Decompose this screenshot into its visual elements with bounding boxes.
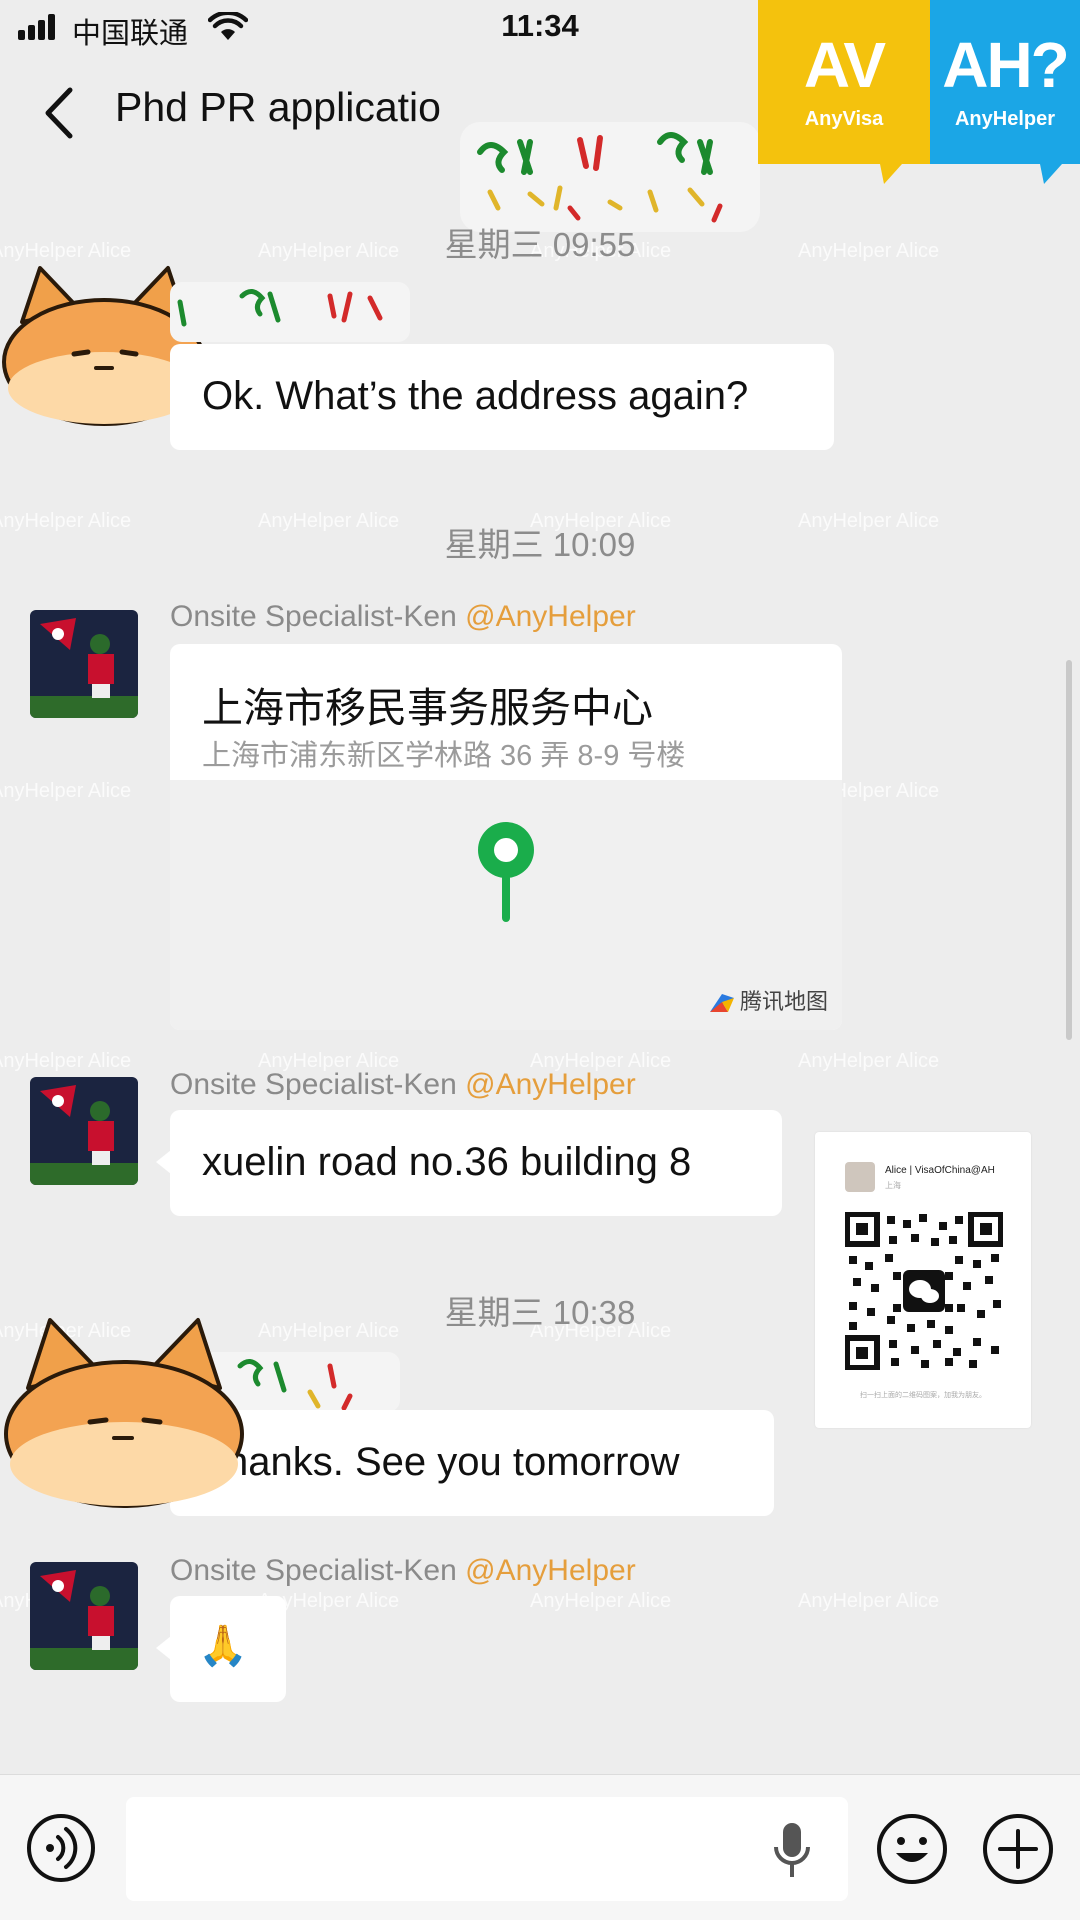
festive-sticker <box>170 282 410 342</box>
avatar-image <box>30 1077 138 1185</box>
time-divider: 星期三 10:09 <box>444 526 636 563</box>
time-divider: 星期三 09:55 <box>444 226 636 263</box>
qr-avatar <box>845 1162 875 1192</box>
avatar[interactable] <box>30 610 138 718</box>
sender-name: Onsite Specialist-Ken @AnyHelper <box>170 1554 636 1588</box>
carrier-name: 中国联通 <box>72 18 189 50</box>
location-map[interactable]: 腾讯地图 <box>170 780 842 1030</box>
location-address: 上海市浦东新区学林路 36 弄 8-9 号楼 <box>202 740 686 772</box>
clock: 11:34 <box>501 8 579 43</box>
input-bar <box>0 1774 1080 1920</box>
anyvisa-logo: AV AnyVisa <box>758 0 930 184</box>
sender-name: Onsite Specialist-Ken @AnyHelper <box>170 600 636 634</box>
sender-org: @AnyHelper <box>465 1554 636 1587</box>
scrollbar[interactable] <box>1066 660 1072 1040</box>
message-bubble[interactable]: 🙏 <box>156 1596 286 1702</box>
message-bubble[interactable]: Ok. What’s the address again? <box>170 344 834 450</box>
message-input[interactable] <box>126 1797 848 1901</box>
message-text: Ok. What’s the address again? <box>202 374 749 418</box>
sender-name-text: Onsite Specialist-Ken <box>170 600 457 633</box>
message-bubble[interactable]: hanks. See you tomorrow <box>170 1410 774 1516</box>
qr-card-sub: 上海 <box>885 1181 901 1190</box>
back-button[interactable] <box>30 78 90 148</box>
map-brand-text: 腾讯地图 <box>739 989 828 1014</box>
qr-code-card: Alice | VisaOfChina@AH 上海 扫一扫上面的二维码图案，加我… <box>815 1132 1031 1428</box>
qr-card-name: Alice | VisaOfChina@AH <box>885 1165 995 1176</box>
voice-toggle-button[interactable] <box>26 1813 96 1883</box>
wifi-icon <box>208 12 248 40</box>
anyvisa-logo-name: AnyVisa <box>804 108 884 130</box>
sender-name: Onsite Specialist-Ken @AnyHelper <box>170 1068 636 1102</box>
emoji-button[interactable] <box>876 1813 948 1885</box>
sender-org: @AnyHelper <box>465 1068 636 1101</box>
cat-avatar[interactable] <box>0 1312 250 1512</box>
plus-button[interactable] <box>982 1813 1054 1885</box>
watermark: AnyHelper Alice <box>798 1590 940 1612</box>
signal-icon <box>18 14 58 40</box>
location-title: 上海市移民事务服务中心 <box>202 685 653 731</box>
qr-card-footer: 扫一扫上面的二维码图案，加我为朋友。 <box>860 1392 986 1399</box>
message-text: xuelin road no.36 building 8 <box>202 1140 692 1184</box>
pray-emoji: 🙏 <box>198 1624 248 1668</box>
chat-title[interactable]: Phd PR applicatio <box>115 84 475 131</box>
map-brand: 腾讯地图 <box>708 984 828 1016</box>
watermark: AnyHelper Alice <box>798 1050 940 1072</box>
sender-name-text: Onsite Specialist-Ken <box>170 1068 457 1101</box>
anyhelper-logo: AH? AnyHelper <box>930 0 1080 184</box>
sender-name-text: Onsite Specialist-Ken <box>170 1554 457 1587</box>
festive-sticker <box>460 122 760 232</box>
chat-screen: AnyHelper Alice AnyHelper Alice AnyHelpe… <box>0 0 1080 1920</box>
watermark: AnyHelper Alice <box>0 780 132 802</box>
sender-org: @AnyHelper <box>465 600 636 633</box>
message-bubble[interactable]: xuelin road no.36 building 8 <box>156 1110 782 1216</box>
anyhelper-logo-name: AnyHelper <box>954 108 1056 130</box>
tencent-map-icon <box>709 994 734 1013</box>
microphone-icon[interactable] <box>770 1819 814 1883</box>
anyvisa-logo-mark: AV <box>803 29 886 101</box>
avatar[interactable] <box>30 1562 138 1670</box>
message-text: hanks. See you tomorrow <box>226 1440 680 1484</box>
map-pin-icon <box>478 822 534 922</box>
watermark: AnyHelper Alice <box>530 1590 672 1612</box>
watermark: AnyHelper Alice <box>0 1050 132 1072</box>
anyhelper-logo-mark: AH? <box>942 29 1070 101</box>
avatar-image <box>30 610 138 718</box>
location-card[interactable]: 上海市移民事务服务中心 上海市浦东新区学林路 36 弄 8-9 号楼 腾讯地图 <box>170 644 842 1030</box>
avatar-image <box>30 1562 138 1670</box>
avatar[interactable] <box>30 1077 138 1185</box>
